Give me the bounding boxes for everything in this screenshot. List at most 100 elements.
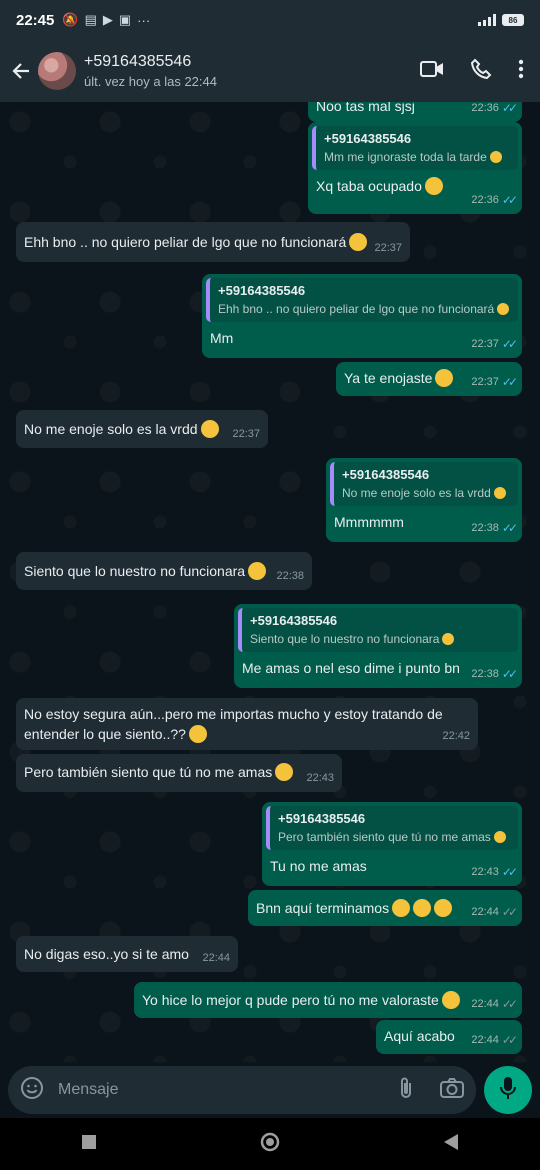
message-outgoing-reply[interactable]: +59164385546 Mm me ignoraste toda la tar… — [308, 122, 522, 214]
message-outgoing[interactable]: Bnn aquí terminamos 22:44 ✓✓ — [248, 890, 522, 926]
message-text: No me enoje solo es la vrdd — [24, 421, 198, 437]
delivered-tick-icon: ✓✓ — [501, 905, 518, 919]
emoji-icon — [200, 420, 219, 438]
message-time: 22:44 — [202, 952, 230, 964]
more-icon[interactable] — [518, 59, 524, 84]
message-text: Xq taba ocupado — [316, 178, 422, 194]
avatar[interactable] — [38, 52, 76, 90]
home-icon[interactable] — [260, 1132, 280, 1157]
phone-icon[interactable] — [470, 58, 492, 85]
quoted-message[interactable]: +59164385546 Ehh bno .. no quiero peliar… — [206, 278, 518, 322]
message-outgoing-reply[interactable]: +59164385546 Pero también siento que tú … — [262, 802, 522, 886]
more-notifications-icon: ··· — [137, 12, 151, 28]
message-outgoing-reply[interactable]: +59164385546 Siento que lo nuestro no fu… — [234, 604, 522, 688]
camera-icon[interactable] — [440, 1077, 464, 1104]
delivered-tick-icon: ✓✓ — [501, 1033, 518, 1047]
quoted-message[interactable]: +59164385546 Mm me ignoraste toda la tar… — [312, 126, 518, 170]
battery-level: 86 — [508, 15, 518, 25]
message-text: Ya te enojaste — [344, 370, 433, 386]
emoji-icon — [442, 633, 455, 645]
message-placeholder: Mensaje — [58, 1081, 119, 1098]
read-tick-icon: ✓✓ — [501, 193, 518, 207]
message-time: 22:36 — [471, 102, 499, 114]
message-incoming[interactable]: No estoy segura aún...pero me importas m… — [16, 698, 478, 750]
signal-icon — [478, 14, 496, 26]
message-time: 22:38 — [276, 570, 304, 582]
quoted-text: Mm me ignoraste toda la tarde — [324, 150, 487, 164]
emoji-icon — [275, 763, 294, 781]
message-incoming[interactable]: Pero también siento que tú no me amas 22… — [16, 754, 342, 792]
chat-header: +59164385546 últ. vez hoy a las 22:44 — [0, 40, 540, 102]
read-tick-icon: ✓✓ — [501, 102, 518, 115]
emoji-icon — [248, 562, 267, 580]
emoji-icon — [493, 487, 506, 499]
message-input[interactable]: Mensaje — [8, 1066, 476, 1114]
message-text: Aquí acabo — [384, 1028, 455, 1044]
message-text: Yo hice lo mejor q pude pero tú no me va… — [142, 992, 439, 1008]
quoted-message[interactable]: +59164385546 Siento que lo nuestro no fu… — [238, 608, 518, 652]
composer: Mensaje — [0, 1062, 540, 1118]
quoted-sender: +59164385546 — [278, 811, 366, 826]
message-time: 22:37 — [471, 376, 499, 388]
emoji-icon — [392, 899, 411, 917]
mute-icon: 🔕 — [62, 12, 79, 27]
quoted-text: Siento que lo nuestro no funcionara — [250, 632, 440, 646]
message-text: Siento que lo nuestro no funcionara — [24, 563, 246, 579]
status-time: 22:45 — [16, 11, 55, 29]
message-time: 22:43 — [471, 866, 499, 878]
message-text: Ehh bno .. no quiero peliar de lgo que n… — [24, 234, 347, 250]
message-time: 22:38 — [471, 668, 499, 680]
battery-icon: 86 — [502, 14, 524, 26]
recents-icon[interactable] — [82, 1134, 96, 1154]
emoji-icon — [349, 233, 368, 251]
message-time: 22:37 — [471, 338, 499, 350]
attach-icon[interactable] — [398, 1076, 414, 1105]
message-incoming[interactable]: No me enoje solo es la vrdd 22:37 — [16, 410, 268, 448]
emoji-icon[interactable] — [20, 1076, 44, 1105]
message-time: 22:38 — [471, 522, 499, 534]
emoji-icon — [497, 303, 510, 315]
emoji-icon — [434, 899, 453, 917]
message-outgoing[interactable]: Ya te enojaste 22:37 ✓✓ — [336, 362, 522, 396]
message-text: Noo tas mal sjsj — [316, 102, 415, 114]
message-incoming[interactable]: Siento que lo nuestro no funcionara 22:3… — [16, 552, 312, 590]
message-text: No estoy segura aún...pero me importas m… — [24, 706, 443, 742]
message-time: 22:36 — [471, 194, 499, 206]
message-time: 22:42 — [442, 730, 470, 742]
emoji-icon — [424, 177, 443, 195]
emoji-icon — [493, 831, 506, 843]
quoted-text: Pero también siento que tú no me amas — [278, 830, 491, 844]
quoted-sender: +59164385546 — [250, 613, 338, 628]
contact-info[interactable]: +59164385546 últ. vez hoy a las 22:44 — [84, 53, 217, 89]
message-outgoing[interactable]: Aquí acabo 22:44 ✓✓ — [376, 1020, 522, 1054]
quoted-text: Ehh bno .. no quiero peliar de lgo que n… — [218, 302, 495, 316]
quoted-sender: +59164385546 — [342, 467, 430, 482]
quoted-message[interactable]: +59164385546 No me enoje solo es la vrdd — [330, 462, 518, 506]
message-text: Mm — [210, 330, 234, 346]
message-outgoing-reply[interactable]: +59164385546 Ehh bno .. no quiero peliar… — [202, 274, 522, 358]
message-incoming[interactable]: Ehh bno .. no quiero peliar de lgo que n… — [16, 222, 410, 262]
read-tick-icon: ✓✓ — [501, 667, 518, 681]
youtube-icon: ▶ — [102, 12, 113, 27]
message-text: Pero también siento que tú no me amas — [24, 764, 273, 780]
video-call-icon[interactable] — [420, 60, 444, 83]
clipboard-icon: ▣ — [118, 12, 132, 27]
message-time: 22:37 — [374, 242, 402, 254]
message-incoming[interactable]: No digas eso..yo si te amo 22:44 — [16, 936, 238, 972]
message-outgoing[interactable]: Noo tas mal sjsj 22:36 ✓✓ — [308, 102, 522, 122]
read-tick-icon: ✓✓ — [501, 337, 518, 351]
message-text: No digas eso..yo si te amo — [24, 946, 189, 962]
message-time: 22:44 — [471, 998, 499, 1010]
back-nav-icon[interactable] — [444, 1133, 458, 1155]
notification-icons: 🔕 ▤ ▶ ▣ ··· — [62, 12, 150, 28]
read-tick-icon: ✓✓ — [501, 865, 518, 879]
back-arrow-icon[interactable] — [10, 60, 32, 82]
message-outgoing[interactable]: Yo hice lo mejor q pude pero tú no me va… — [134, 982, 522, 1018]
last-seen: últ. vez hoy a las 22:44 — [84, 74, 217, 89]
message-text: Bnn aquí terminamos — [256, 900, 390, 916]
mic-button[interactable] — [484, 1066, 532, 1114]
emoji-icon — [188, 725, 207, 743]
quoted-message[interactable]: +59164385546 Pero también siento que tú … — [266, 806, 518, 850]
message-outgoing-reply[interactable]: +59164385546 No me enoje solo es la vrdd… — [326, 458, 522, 542]
message-list[interactable]: Noo tas mal sjsj 22:36 ✓✓ +59164385546 Mm… — [0, 102, 540, 1062]
